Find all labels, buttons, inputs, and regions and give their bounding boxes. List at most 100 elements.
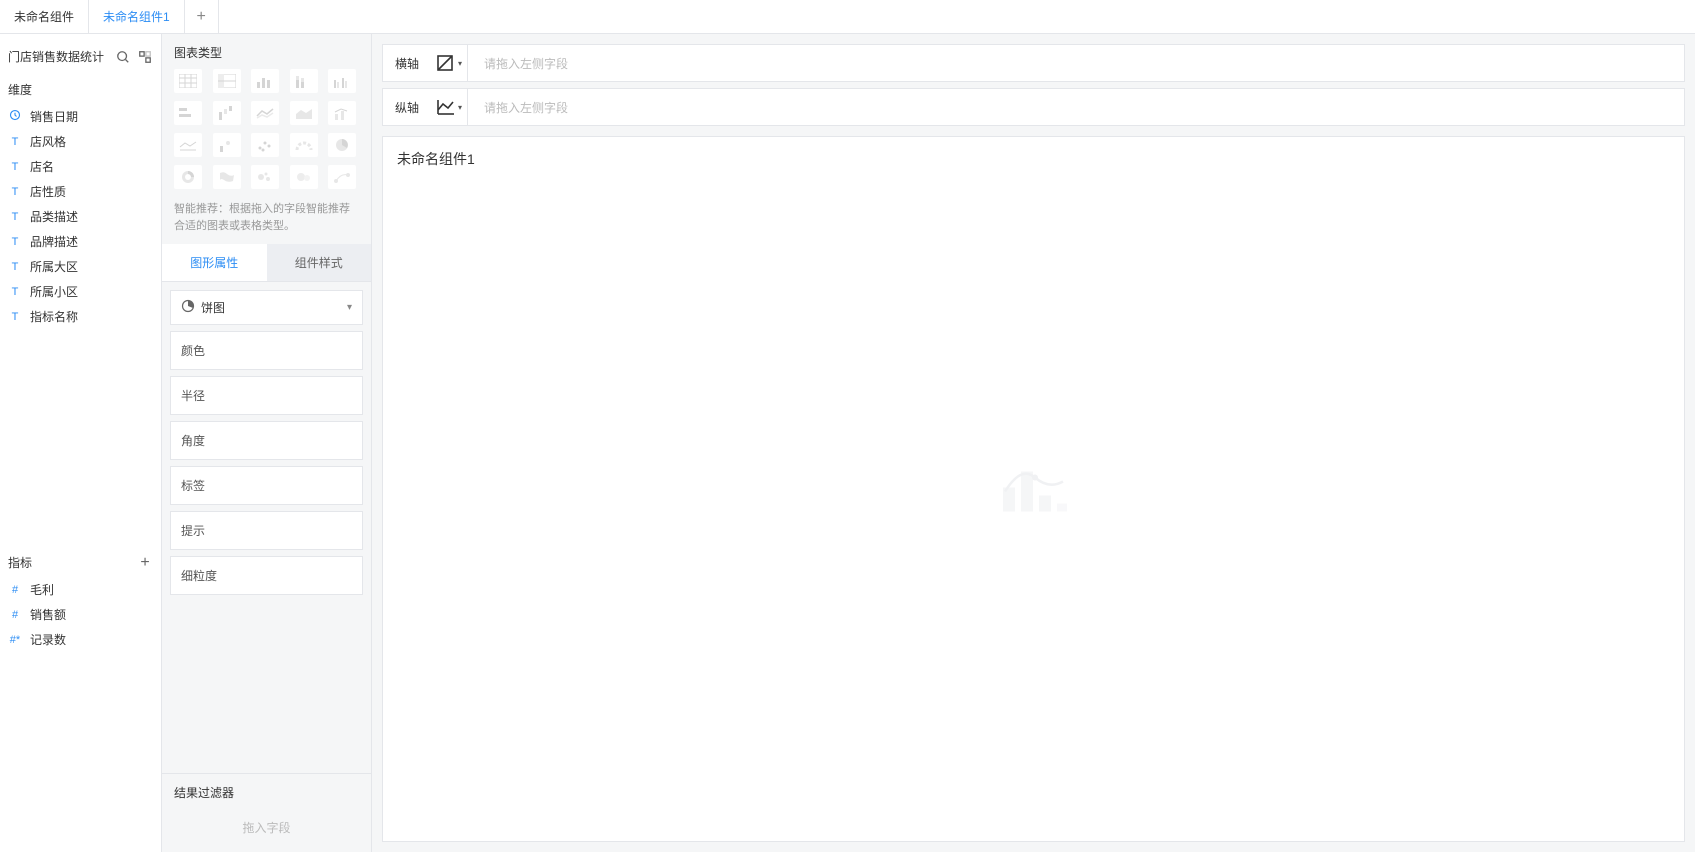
v-axis-drop-zone[interactable]: 请拖入左侧字段 (467, 89, 1684, 125)
chevron-down-icon: ▾ (458, 59, 462, 68)
dimension-item[interactable]: T 品类描述 (0, 204, 161, 229)
chart-config-panel: 图表类型 (162, 34, 372, 852)
text-type-icon: T (8, 286, 22, 298)
data-source-title: 门店销售数据统计 (8, 48, 109, 65)
chart-type-gauge[interactable] (290, 133, 318, 157)
dimension-list: 销售日期 T 店风格 T 店名 T 店性质 T 品类描述 (0, 104, 161, 329)
chevron-down-icon: ▾ (458, 103, 462, 112)
v-axis-row: 纵轴 ▾ 请拖入左侧字段 (382, 88, 1685, 126)
attr-label: 细粒度 (181, 569, 217, 583)
dimension-item[interactable]: T 指标名称 (0, 304, 161, 329)
attr-angle[interactable]: 角度 (170, 421, 363, 460)
attr-label: 颜色 (181, 344, 205, 358)
field-label: 记录数 (30, 631, 66, 648)
chevron-down-icon: ▾ (347, 302, 352, 313)
number-type-icon: # (8, 584, 22, 596)
chart-type-line[interactable] (251, 101, 279, 125)
chart-canvas[interactable]: 未命名组件1 (382, 136, 1685, 842)
add-measure-button[interactable]: + (137, 555, 153, 571)
result-filter-section: 结果过滤器 拖入字段 (162, 773, 371, 852)
tab-component-style[interactable]: 组件样式 (267, 244, 372, 281)
text-type-icon: T (8, 261, 22, 273)
dimension-item[interactable]: T 所属小区 (0, 279, 161, 304)
measure-item[interactable]: # 销售额 (0, 602, 161, 627)
attr-label: 角度 (181, 434, 205, 448)
field-label: 指标名称 (30, 308, 78, 325)
chart-type-area[interactable] (290, 101, 318, 125)
chart-type-combo[interactable] (328, 101, 356, 125)
attr-color[interactable]: 颜色 (170, 331, 363, 370)
field-label: 店名 (30, 158, 54, 175)
chart-type-partition-bar[interactable] (174, 101, 202, 125)
attr-label[interactable]: 标签 (170, 466, 363, 505)
number-type-icon: # (8, 609, 22, 621)
measure-list: # 毛利 # 销售额 #* 记录数 (0, 577, 161, 852)
chart-type-bubble-map[interactable] (251, 165, 279, 189)
text-type-icon: T (8, 311, 22, 323)
inner-tab-label: 图形属性 (190, 256, 238, 270)
chart-shape-selector[interactable]: 饼图 ▾ (170, 290, 363, 325)
count-type-icon: #* (8, 634, 22, 646)
add-tab-button[interactable]: + (185, 0, 219, 34)
dimensions-header: 维度 (0, 71, 161, 104)
chart-type-donut[interactable] (174, 165, 202, 189)
field-label: 销售日期 (30, 108, 78, 125)
measure-item[interactable]: #* 记录数 (0, 627, 161, 652)
dimension-item[interactable]: T 店名 (0, 154, 161, 179)
dimensions-title: 维度 (8, 81, 32, 98)
text-type-icon: T (8, 186, 22, 198)
chart-type-scatter[interactable] (251, 133, 279, 157)
dimension-item[interactable]: T 店性质 (0, 179, 161, 204)
v-axis-type-button[interactable]: ▾ (431, 98, 467, 116)
measures-title: 指标 (8, 554, 32, 571)
measure-item[interactable]: # 毛利 (0, 577, 161, 602)
field-label: 销售额 (30, 606, 66, 623)
chart-type-bar[interactable] (251, 69, 279, 93)
text-type-icon: T (8, 161, 22, 173)
h-axis-drop-zone[interactable]: 请拖入左侧字段 (467, 45, 1684, 81)
config-inner-tabs: 图形属性 组件样式 (162, 244, 371, 282)
attr-radius[interactable]: 半径 (170, 376, 363, 415)
field-label: 毛利 (30, 581, 54, 598)
tab-component-1[interactable]: 未命名组件1 (89, 0, 185, 34)
axis-placeholder: 请拖入左侧字段 (484, 99, 568, 116)
dimension-item[interactable]: T 店风格 (0, 129, 161, 154)
attr-label: 提示 (181, 524, 205, 538)
selector-label: 饼图 (201, 299, 225, 316)
attr-granularity[interactable]: 细粒度 (170, 556, 363, 595)
dimension-item[interactable]: T 所属大区 (0, 254, 161, 279)
attr-tooltip[interactable]: 提示 (170, 511, 363, 550)
chart-type-scroll[interactable] (162, 69, 371, 195)
clock-icon (8, 109, 22, 124)
chart-type-dot[interactable] (213, 133, 241, 157)
chart-type-map[interactable] (213, 165, 241, 189)
dimension-item[interactable]: T 品牌描述 (0, 229, 161, 254)
filter-drop-zone[interactable]: 拖入字段 (174, 813, 359, 842)
tab-graphic-attr[interactable]: 图形属性 (162, 244, 267, 281)
chart-type-waterfall[interactable] (213, 101, 241, 125)
tab-component-0[interactable]: 未命名组件 (0, 0, 89, 34)
chart-type-cross-table[interactable] (213, 69, 241, 93)
chart-type-grid (162, 69, 371, 195)
component-title[interactable]: 未命名组件1 (383, 137, 1684, 181)
chart-type-stacked-bar[interactable] (290, 69, 318, 93)
chart-type-pie[interactable] (328, 133, 356, 157)
dimension-item[interactable]: 销售日期 (0, 104, 161, 129)
field-label: 店性质 (30, 183, 66, 200)
h-axis-label: 横轴 (383, 55, 431, 72)
h-axis-type-button[interactable]: ▾ (431, 54, 467, 72)
filter-title: 结果过滤器 (174, 784, 359, 801)
switch-datasource-icon[interactable] (137, 49, 153, 65)
chart-type-multi-bar[interactable] (328, 69, 356, 93)
chart-type-group-table[interactable] (174, 69, 202, 93)
chart-type-range-area[interactable] (174, 133, 202, 157)
canvas-panel: 横轴 ▾ 请拖入左侧字段 纵轴 ▾ 请拖入左侧字段 (372, 34, 1695, 852)
chart-type-hint: 智能推荐：根据拖入的字段智能推荐合适的图表或表格类型。 (162, 195, 371, 244)
search-icon[interactable] (115, 49, 131, 65)
field-label: 所属小区 (30, 283, 78, 300)
chart-type-heat-map[interactable] (290, 165, 318, 189)
field-label: 品类描述 (30, 208, 78, 225)
filter-placeholder: 拖入字段 (242, 821, 290, 835)
chart-type-flow-map[interactable] (328, 165, 356, 189)
tab-bar: 未命名组件 未命名组件1 + (0, 0, 1695, 34)
